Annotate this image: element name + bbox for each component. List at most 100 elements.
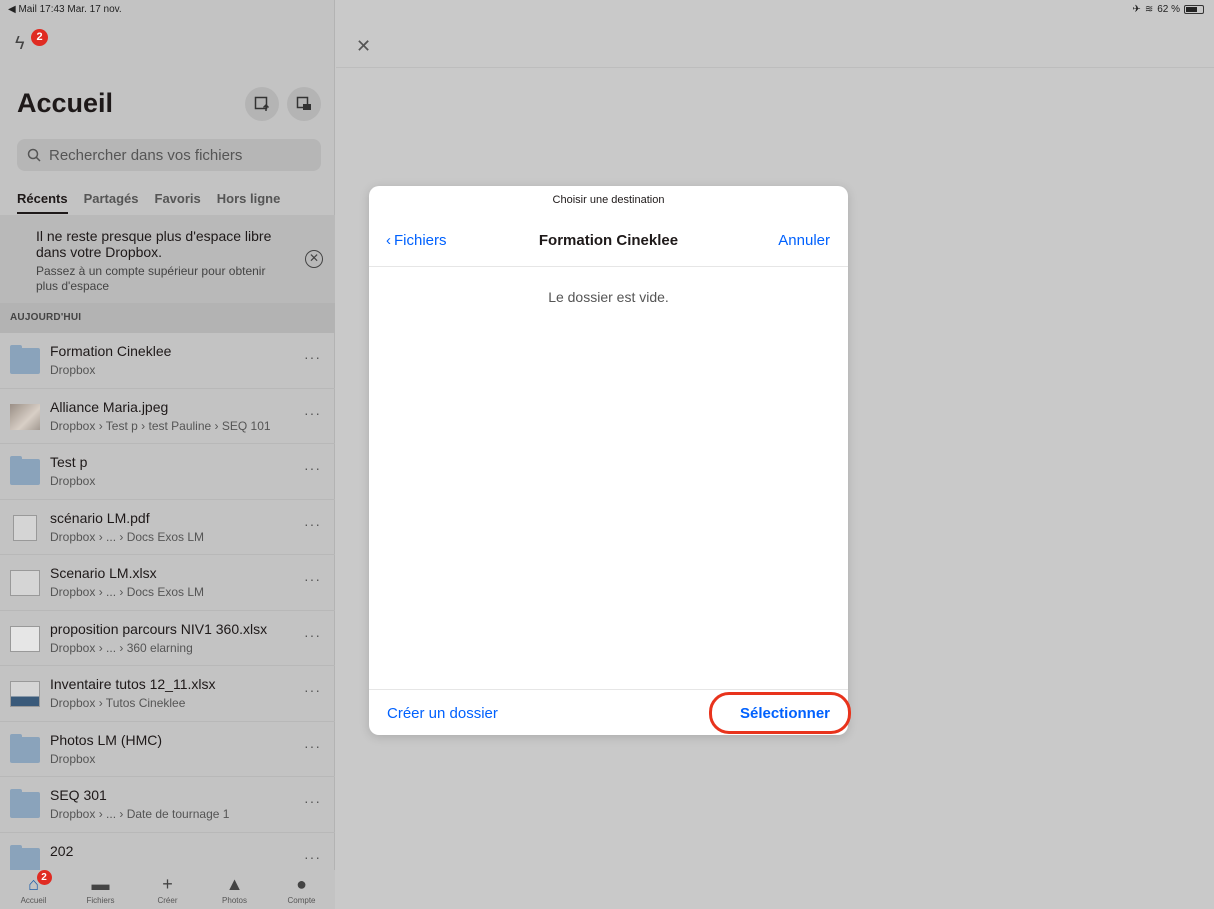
scan-document-button[interactable]	[287, 87, 321, 121]
tab-recents[interactable]: Récents	[17, 191, 68, 214]
item-path: Dropbox › Tutos Cineklee	[50, 696, 186, 710]
sidebar: ϟ 2 Accueil Rechercher dans vos fichiers…	[0, 0, 335, 909]
select-button-highlight	[709, 692, 851, 734]
account-icon: ●	[296, 874, 307, 894]
item-path: Dropbox	[50, 363, 96, 377]
detail-header: ✕	[336, 20, 1214, 68]
tab-strip: Récents Partagés Favoris Hors ligne	[17, 191, 280, 214]
list-item[interactable]: Formation Cineklee Dropbox ···	[0, 333, 335, 389]
upload-photo-button[interactable]	[245, 87, 279, 121]
airplane-icon: ✈	[1132, 4, 1141, 15]
back-button[interactable]: ‹ Fichiers	[386, 232, 447, 249]
search-icon	[27, 148, 41, 162]
section-header-today: AUJOURD'HUI	[0, 303, 335, 333]
list-item[interactable]: Inventaire tutos 12_11.xlsx Dropbox › Tu…	[0, 666, 335, 722]
spreadsheet-thumbnail	[10, 570, 40, 596]
item-name: 202	[50, 842, 74, 859]
folder-icon	[10, 345, 40, 374]
tabbar-label: Accueil	[20, 896, 47, 905]
more-options-icon[interactable]: ···	[304, 682, 321, 698]
tabbar-label: Fichiers	[86, 896, 115, 905]
more-options-icon[interactable]: ···	[304, 849, 321, 865]
notification-badge: 2	[31, 29, 48, 46]
status-date: Mar. 17 nov.	[67, 4, 122, 15]
list-item[interactable]: proposition parcours NIV1 360.xlsx Dropb…	[0, 611, 335, 666]
home-icon: ⌂	[28, 874, 39, 894]
plus-icon: +	[162, 874, 173, 894]
item-path: Dropbox	[50, 751, 96, 766]
item-path: Dropbox › ... › Docs Exos LM	[50, 529, 205, 544]
upload-icon	[254, 96, 270, 111]
tab-partages[interactable]: Partagés	[84, 191, 139, 214]
back-to-app-link[interactable]: ◀ Mail	[8, 4, 37, 15]
list-item[interactable]: Photos LM (HMC) Dropbox ···	[0, 722, 335, 777]
dialog-subtitle: Choisir une destination	[552, 194, 665, 206]
tab-hors-ligne[interactable]: Hors ligne	[217, 191, 281, 214]
more-options-icon[interactable]: ···	[304, 516, 321, 532]
empty-state-message: Le dossier est vide.	[548, 289, 669, 305]
status-bar: ◀ Mail 17:43 Mar. 17 nov. ✈ ≋ 62 %	[0, 0, 1214, 20]
bottom-tab-bar: ⌂ 2 Accueil ▬ Fichiers + Créer ▲ Photos …	[0, 870, 335, 909]
chevron-left-icon: ‹	[386, 232, 391, 249]
more-options-icon[interactable]: ···	[304, 405, 321, 421]
folder-icon	[10, 456, 40, 485]
list-item[interactable]: Scenario LM.xlsx Dropbox › ... › Docs Ex…	[0, 555, 335, 611]
more-options-icon[interactable]: ···	[304, 793, 321, 809]
tabbar-label: Créer	[157, 896, 178, 905]
banner-title: Il ne reste presque plus d'espace libre …	[36, 228, 272, 260]
image-thumbnail	[10, 403, 40, 430]
folder-icon: ▬	[91, 874, 110, 894]
item-path: Dropbox	[50, 474, 96, 488]
tabbar-item-fichiers[interactable]: ▬ Fichiers	[71, 870, 131, 909]
close-icon[interactable]: ✕	[356, 36, 371, 57]
more-options-icon[interactable]: ···	[304, 349, 321, 365]
item-name: proposition parcours NIV1 360.xlsx	[50, 620, 268, 637]
more-options-icon[interactable]: ···	[304, 460, 321, 476]
more-options-icon[interactable]: ···	[304, 738, 321, 754]
activity-icon[interactable]: ϟ	[15, 33, 25, 54]
folder-icon	[10, 789, 40, 818]
scan-icon	[296, 96, 311, 110]
shared-folder-icon	[10, 733, 40, 763]
item-name: Scenario LM.xlsx	[50, 565, 157, 581]
spreadsheet-thumbnail	[10, 681, 40, 707]
more-options-icon[interactable]: ···	[304, 627, 321, 643]
destination-picker-dialog: Choisir une destination Formation Cinekl…	[369, 186, 848, 735]
item-name: Formation Cineklee	[50, 343, 172, 359]
spreadsheet-thumbnail	[10, 625, 40, 652]
tabbar-item-accueil[interactable]: ⌂ 2 Accueil	[4, 870, 64, 909]
tabbar-label: Compte	[287, 896, 316, 905]
list-item[interactable]: scénario LM.pdf Dropbox › ... › Docs Exo…	[0, 500, 335, 555]
item-name: Test p	[50, 454, 88, 470]
item-name: scénario LM.pdf	[50, 509, 150, 526]
divider	[369, 266, 848, 267]
item-path: Dropbox › ... › 360 elarning	[50, 640, 193, 655]
search-input[interactable]: Rechercher dans vos fichiers	[17, 139, 321, 171]
tabbar-label: Photos	[222, 896, 247, 905]
storage-banner[interactable]: Il ne reste presque plus d'espace libre …	[0, 215, 335, 303]
page-title: Accueil	[17, 88, 114, 118]
create-folder-button[interactable]: Créer un dossier	[387, 705, 498, 722]
list-item[interactable]: Alliance Maria.jpeg Dropbox › Test p › t…	[0, 389, 335, 444]
item-path: Dropbox › ... › Docs Exos LM	[50, 585, 205, 599]
item-name: Inventaire tutos 12_11.xlsx	[50, 676, 216, 692]
list-item[interactable]: SEQ 301 Dropbox › ... › Date de tournage…	[0, 777, 335, 833]
wifi-icon: ≋	[1144, 4, 1154, 15]
item-name: Photos LM (HMC)	[50, 731, 163, 748]
photos-icon: ▲	[225, 874, 244, 894]
status-time: 17:43	[39, 4, 65, 15]
item-name: SEQ 301	[50, 787, 107, 803]
tabbar-item-compte[interactable]: ● Compte	[272, 870, 332, 909]
tabbar-badge: 2	[36, 870, 52, 885]
more-options-icon[interactable]: ···	[304, 571, 321, 587]
list-item[interactable]: Test p Dropbox ···	[0, 444, 335, 500]
cancel-button[interactable]: Annuler	[778, 232, 830, 249]
tab-favoris[interactable]: Favoris	[155, 191, 201, 214]
item-path: Dropbox › ... › Date de tournage 1	[50, 807, 230, 821]
battery-icon	[1184, 5, 1204, 14]
close-icon[interactable]: ✕	[305, 250, 323, 268]
tabbar-item-photos[interactable]: ▲ Photos	[205, 870, 265, 909]
divider	[369, 689, 848, 690]
tabbar-item-creer[interactable]: + Créer	[138, 870, 198, 909]
search-placeholder: Rechercher dans vos fichiers	[49, 146, 243, 164]
